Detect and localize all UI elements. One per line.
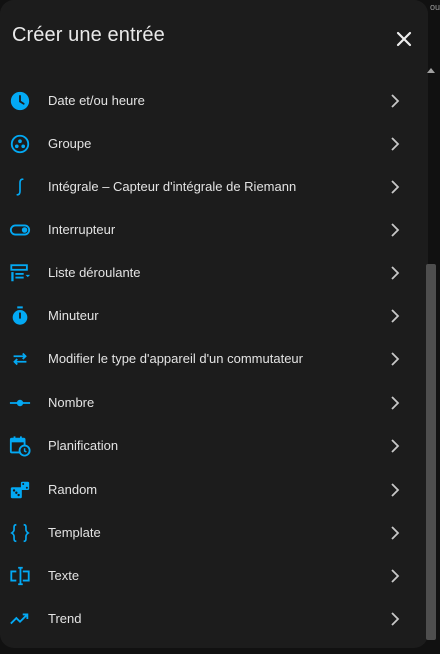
list-item-date-time[interactable]: Date et/ou heure: [0, 80, 422, 123]
list-item-label: Groupe: [48, 136, 92, 151]
list-item-label: Liste déroulante: [48, 265, 141, 280]
list-item-label: Nombre: [48, 395, 95, 410]
swap-horizontal-icon: [9, 348, 31, 370]
chevron-right-icon: [388, 308, 402, 324]
chevron-right-icon: [388, 136, 402, 152]
scroll-thumb[interactable]: [426, 264, 436, 640]
list-item-label: Date et/ou heure: [48, 93, 145, 108]
form-textbox-icon: [9, 565, 31, 587]
list-item-text[interactable]: Texte: [0, 555, 422, 598]
list-item-partial[interactable]: [0, 64, 422, 76]
list-item-label: Intégrale – Capteur d'intégrale de Riema…: [48, 179, 297, 194]
entry-type-list: Date et/ou heure Groupe Intégrale – Capt…: [0, 64, 422, 648]
list-item-number[interactable]: Nombre: [0, 382, 422, 425]
list-item-trend[interactable]: Trend: [0, 598, 422, 641]
integral-icon: [9, 176, 31, 198]
list-item-dropdown[interactable]: Liste déroulante: [0, 252, 422, 295]
group-icon: [9, 133, 31, 155]
trending-up-icon: [9, 608, 31, 630]
chevron-right-icon: [388, 222, 402, 238]
background-text-fragment: ou: [429, 2, 440, 12]
chevron-right-icon: [388, 482, 402, 498]
list-item-label: Minuteur: [48, 308, 99, 323]
clock-icon: [9, 90, 31, 112]
toggle-switch-icon: [9, 219, 31, 241]
chevron-right-icon: [388, 568, 402, 584]
list-item-label: Planification: [48, 438, 119, 453]
dice-icon: [9, 479, 31, 501]
create-entry-dialog: Date et/ou heure Groupe Intégrale – Capt…: [0, 0, 428, 648]
list-item-label: Interrupteur: [48, 222, 116, 237]
chevron-right-icon: [388, 265, 402, 281]
close-button[interactable]: [392, 27, 416, 51]
dialog-title: Créer une entrée: [12, 24, 165, 46]
list-item-random[interactable]: Random: [0, 469, 422, 512]
chevron-right-icon: [388, 179, 402, 195]
list-item-integral[interactable]: Intégrale – Capteur d'intégrale de Riema…: [0, 166, 422, 209]
list-item-label: Texte: [48, 568, 80, 583]
list-item-timer[interactable]: Minuteur: [0, 295, 422, 338]
list-item-label: Template: [48, 525, 101, 540]
chevron-right-icon: [388, 611, 402, 627]
list-item-label: Modifier le type d'appareil d'un commuta…: [48, 351, 303, 366]
list-item-label: Random: [48, 482, 98, 497]
dialog-header: Créer une entrée: [0, 0, 428, 64]
chevron-right-icon: [388, 525, 402, 541]
list-item-switch-as-x[interactable]: Modifier le type d'appareil d'un commuta…: [0, 338, 422, 381]
code-braces-icon: [9, 522, 31, 544]
chevron-right-icon: [388, 351, 402, 367]
list-item-template[interactable]: Template: [0, 512, 422, 555]
list-item-label: Trend: [48, 611, 82, 626]
list-item-group[interactable]: Groupe: [0, 123, 422, 166]
list-item-schedule[interactable]: Planification: [0, 425, 422, 468]
ray-vertex-icon: [9, 392, 31, 414]
partial-icon: [9, 64, 31, 66]
scrollbar[interactable]: [425, 64, 439, 648]
chevron-right-icon: [388, 93, 402, 109]
list-item-toggle[interactable]: Interrupteur: [0, 209, 422, 252]
chevron-right-icon: [388, 395, 402, 411]
calendar-clock-icon: [9, 435, 31, 457]
close-icon: [396, 31, 412, 47]
timer-icon: [9, 305, 31, 327]
scroll-up-arrow-icon[interactable]: [427, 68, 435, 73]
form-dropdown-icon: [9, 262, 31, 284]
chevron-right-icon: [388, 438, 402, 454]
